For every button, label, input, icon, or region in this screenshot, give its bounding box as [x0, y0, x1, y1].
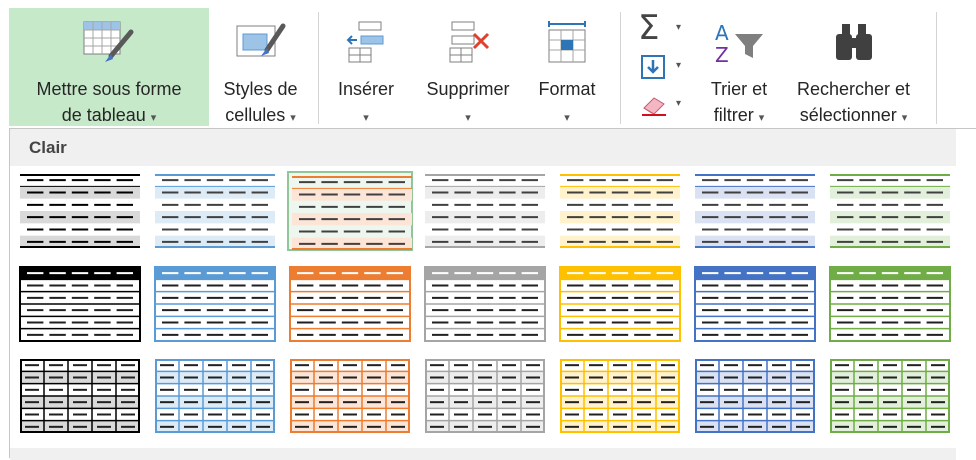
- insert-cells-icon: [343, 18, 389, 71]
- delete-cells-icon: [444, 18, 492, 71]
- svg-text:Z: Z: [715, 43, 729, 67]
- insert-button[interactable]: Insérer ▾: [326, 8, 406, 126]
- delete-button[interactable]: Supprimer ▾: [410, 8, 526, 126]
- ribbon-styles-cells-editing: Mettre sous forme de tableau ▾ Styles de…: [0, 0, 976, 130]
- format-label: Format: [538, 79, 596, 99]
- chevron-down-icon: ▾: [901, 112, 908, 124]
- format-cells-icon: [543, 18, 591, 71]
- chevron-down-icon: ▾: [150, 112, 157, 124]
- table-style-swatch[interactable]: [17, 356, 143, 436]
- table-style-swatch[interactable]: [422, 264, 548, 344]
- table-style-gallery: Clair: [9, 128, 976, 460]
- autosum-icon: Σ: [638, 8, 660, 48]
- table-style-swatch[interactable]: [557, 264, 683, 344]
- table-style-swatch[interactable]: [287, 171, 413, 251]
- table-style-swatch[interactable]: [692, 356, 818, 436]
- find-select-button[interactable]: Rechercher et sélectionner ▾: [781, 8, 926, 126]
- table-style-swatch[interactable]: [692, 264, 818, 344]
- editing-small-buttons: Σ ▾ ▾ ▾: [628, 8, 694, 122]
- chevron-down-icon: ▾: [564, 112, 570, 124]
- fill-button[interactable]: ▾: [634, 52, 690, 84]
- table-style-swatch[interactable]: [17, 171, 143, 251]
- fill-down-icon: [641, 55, 665, 79]
- sort-filter-label-1: Trier et: [710, 79, 768, 99]
- chevron-down-icon: ▾: [676, 22, 682, 33]
- table-style-swatch[interactable]: [557, 356, 683, 436]
- find-select-label-1: Rechercher et: [796, 79, 911, 99]
- table-brush-icon: [81, 18, 137, 71]
- cell-styles-label-1: Styles de: [223, 79, 298, 99]
- binoculars-icon: [830, 18, 878, 67]
- cell-styles-label-2: cellules: [225, 105, 286, 125]
- cell-styles-icon: [233, 18, 289, 71]
- format-as-table-label-1: Mettre sous forme: [36, 79, 182, 99]
- find-select-label-2: sélectionner: [799, 105, 897, 125]
- table-style-swatch[interactable]: [287, 356, 413, 436]
- table-style-swatch[interactable]: [557, 171, 683, 251]
- chevron-down-icon: ▾: [758, 112, 765, 124]
- group-divider: [620, 12, 621, 124]
- format-as-table-label-2: de tableau: [61, 105, 146, 125]
- table-style-swatch[interactable]: [422, 171, 548, 251]
- table-style-swatch[interactable]: [152, 171, 278, 251]
- table-style-swatch[interactable]: [17, 264, 143, 344]
- gallery-scroll-strip: [10, 448, 956, 460]
- group-divider: [318, 12, 319, 124]
- sort-filter-icon: A Z: [711, 18, 767, 75]
- table-style-swatch[interactable]: [422, 356, 548, 436]
- section-header-light: Clair: [10, 129, 956, 166]
- table-style-swatch[interactable]: [827, 171, 953, 251]
- sort-filter-button[interactable]: A Z Trier et filtrer ▾: [699, 8, 779, 126]
- table-style-swatch[interactable]: [152, 264, 278, 344]
- autosum-button[interactable]: Σ ▾: [634, 8, 690, 48]
- chevron-down-icon: ▾: [465, 112, 471, 124]
- eraser-icon: [642, 97, 666, 116]
- table-style-swatch[interactable]: [287, 264, 413, 344]
- delete-label: Supprimer: [426, 79, 510, 99]
- format-button[interactable]: Format ▾: [527, 8, 607, 126]
- chevron-down-icon: ▾: [676, 60, 682, 71]
- table-style-swatch[interactable]: [152, 356, 278, 436]
- group-divider: [936, 12, 937, 124]
- format-as-table-button[interactable]: Mettre sous forme de tableau ▾: [9, 8, 209, 126]
- chevron-down-icon: ▾: [363, 112, 369, 124]
- insert-label: Insérer: [337, 79, 395, 99]
- sort-filter-label-2: filtrer: [713, 105, 754, 125]
- chevron-down-icon: ▾: [676, 98, 682, 109]
- table-style-swatch[interactable]: [827, 356, 953, 436]
- cell-styles-button[interactable]: Styles de cellules ▾: [211, 8, 310, 126]
- clear-button[interactable]: ▾: [634, 90, 690, 122]
- table-style-swatch[interactable]: [827, 264, 953, 344]
- chevron-down-icon: ▾: [290, 112, 296, 124]
- section-title-light: Clair: [29, 138, 67, 157]
- svg-text:A: A: [715, 21, 729, 45]
- table-style-swatch[interactable]: [692, 171, 818, 251]
